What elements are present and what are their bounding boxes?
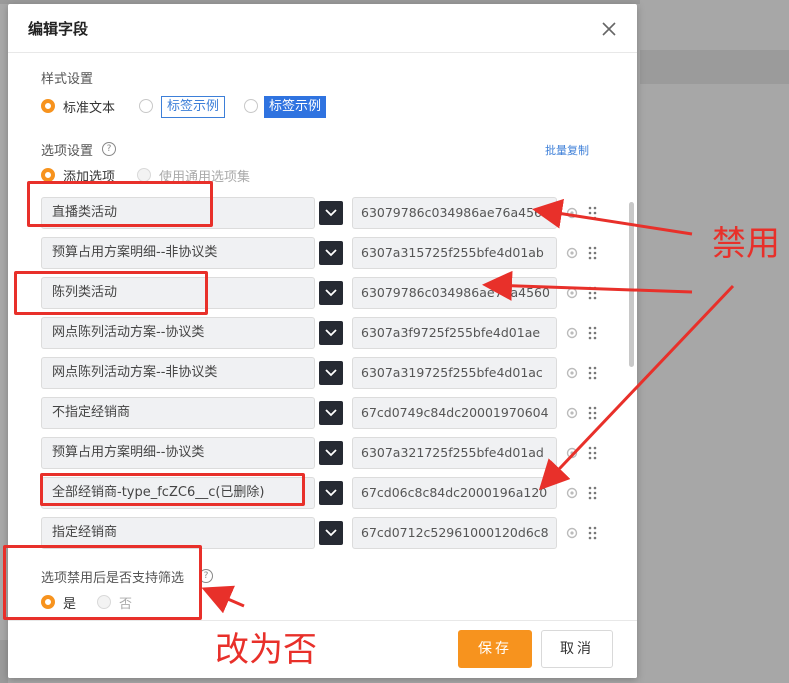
chevron-down-icon: [325, 289, 337, 297]
chevron-down-icon: [325, 409, 337, 417]
color-picker-button[interactable]: [319, 481, 343, 505]
annotation-box-live-activity: [27, 181, 213, 227]
add-option-radio[interactable]: [41, 168, 55, 182]
color-picker-button[interactable]: [319, 201, 343, 225]
option-api-name-input[interactable]: 67cd06c8c84dc2000196a120: [352, 477, 557, 509]
disabled-annotation-text: 禁用: [712, 224, 780, 264]
dialog-header: 编辑字段: [8, 4, 637, 53]
color-picker-button[interactable]: [319, 521, 343, 545]
option-name-input[interactable]: 预算占用方案明细--协议类: [41, 437, 315, 469]
drag-handle-icon[interactable]: [588, 366, 598, 380]
chevron-down-icon: [325, 209, 337, 217]
option-row: 不指定经销商 67cd0749c84dc20001970604: [41, 397, 621, 431]
option-api-name-input[interactable]: 6307a321725f255bfe4d01ad: [352, 437, 557, 469]
option-api-name-input[interactable]: 67cd0712c52961000120d6c8: [352, 517, 557, 549]
gear-icon[interactable]: [565, 406, 579, 420]
annotation-box-filter-setting: [3, 545, 202, 620]
background-edge: [0, 640, 8, 683]
option-name-input[interactable]: 不指定经销商: [41, 397, 315, 429]
style-option-standard-label: 标准文本: [63, 101, 116, 116]
option-settings-label: 选项设置: [41, 144, 94, 159]
close-icon[interactable]: [598, 18, 620, 40]
option-api-name-input[interactable]: 6307a319725f255bfe4d01ac: [352, 357, 557, 389]
drag-handle-icon[interactable]: [588, 326, 598, 340]
chevron-down-icon: [325, 489, 337, 497]
cancel-button[interactable]: 取消: [541, 630, 613, 668]
option-row: 预算占用方案明细--协议类 6307a321725f255bfe4d01ad: [41, 437, 621, 471]
option-row: 网点陈列活动方案--协议类 6307a3f9725f255bfe4d01ae: [41, 317, 621, 351]
scrollbar-thumb[interactable]: [629, 202, 634, 367]
style-radio-tag-outline[interactable]: [139, 99, 153, 113]
option-name-input[interactable]: 网点陈列活动方案--非协议类: [41, 357, 315, 389]
dialog-title: 编辑字段: [28, 20, 89, 38]
drag-handle-icon[interactable]: [588, 206, 598, 220]
save-button[interactable]: 保存: [458, 630, 532, 668]
option-api-name-input[interactable]: 67cd0749c84dc20001970604: [352, 397, 557, 429]
gear-icon[interactable]: [565, 526, 579, 540]
drag-handle-icon[interactable]: [588, 486, 598, 500]
color-picker-button[interactable]: [319, 241, 343, 265]
gear-icon[interactable]: [565, 326, 579, 340]
change-to-no-annotation-text: 改为否: [215, 630, 317, 670]
common-option-set-radio[interactable]: [137, 168, 151, 182]
chevron-down-icon: [325, 369, 337, 377]
gear-icon[interactable]: [565, 486, 579, 500]
gear-icon[interactable]: [565, 286, 579, 300]
background-page: [640, 0, 789, 683]
gear-icon[interactable]: [565, 446, 579, 460]
style-settings-label: 样式设置: [41, 72, 94, 87]
gear-icon[interactable]: [565, 206, 579, 220]
style-radio-tag-filled[interactable]: [244, 99, 258, 113]
annotation-box-deleted-dealer: [40, 473, 305, 506]
drag-handle-icon[interactable]: [588, 406, 598, 420]
help-icon[interactable]: ?: [102, 142, 116, 156]
style-radio-standard[interactable]: [41, 99, 55, 113]
chevron-down-icon: [325, 329, 337, 337]
color-picker-button[interactable]: [319, 321, 343, 345]
option-api-name-input[interactable]: 6307a3f9725f255bfe4d01ae: [352, 317, 557, 349]
color-picker-button[interactable]: [319, 361, 343, 385]
option-row: 网点陈列活动方案--非协议类 6307a319725f255bfe4d01ac: [41, 357, 621, 391]
batch-copy-link[interactable]: 批量复制: [545, 142, 589, 158]
option-row: 预算占用方案明细--非协议类 6307a315725f255bfe4d01ab: [41, 237, 621, 271]
color-picker-button[interactable]: [319, 401, 343, 425]
option-api-name-input[interactable]: 6307a315725f255bfe4d01ab: [352, 237, 557, 269]
drag-handle-icon[interactable]: [588, 446, 598, 460]
color-picker-button[interactable]: [319, 441, 343, 465]
background-toolbar: [640, 50, 789, 84]
option-api-name-input[interactable]: 63079786c034986ae76a4560: [352, 277, 557, 309]
annotation-box-display-activity: [14, 271, 208, 315]
chevron-down-icon: [325, 249, 337, 257]
gear-icon[interactable]: [565, 366, 579, 380]
option-name-input[interactable]: 网点陈列活动方案--协议类: [41, 317, 315, 349]
gear-icon[interactable]: [565, 246, 579, 260]
style-tag-outline-sample: 标签示例: [161, 96, 226, 118]
option-name-input[interactable]: 预算占用方案明细--非协议类: [41, 237, 315, 269]
drag-handle-icon[interactable]: [588, 286, 598, 300]
drag-handle-icon[interactable]: [588, 526, 598, 540]
option-api-name-input[interactable]: 63079786c034986ae76a4561: [352, 197, 557, 229]
style-tag-filled-sample: 标签示例: [264, 96, 327, 118]
chevron-down-icon: [325, 529, 337, 537]
color-picker-button[interactable]: [319, 281, 343, 305]
chevron-down-icon: [325, 449, 337, 457]
drag-handle-icon[interactable]: [588, 246, 598, 260]
